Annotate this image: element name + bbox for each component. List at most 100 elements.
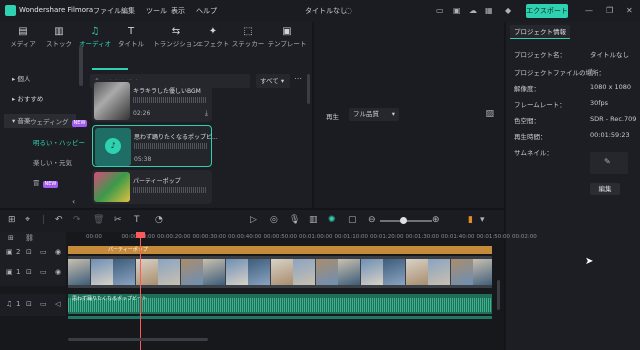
ai-icon[interactable]: ✺ (328, 215, 336, 225)
prop-value: 30fps (590, 99, 609, 107)
sidebar-item-recommended[interactable]: ▸ おすすめ (4, 92, 76, 106)
folder-icon[interactable]: ▭ (40, 300, 47, 308)
sidebar-sub-wedding[interactable]: ウェディング NEW (30, 116, 88, 127)
account-icon[interactable]: ◆ (505, 6, 511, 15)
quality-dropdown[interactable]: フル品質 ▾ (349, 108, 399, 121)
waveform (134, 143, 208, 149)
render-icon[interactable]: ◎ (270, 215, 278, 225)
maximize-icon[interactable]: ❐ (606, 6, 613, 15)
zoom-out-icon[interactable]: ⊖ (368, 215, 376, 225)
monitor-icon[interactable]: ▭ (436, 6, 444, 15)
sidebar-item-personal[interactable]: ▸ 個人 (4, 72, 76, 86)
chevron-down-icon[interactable]: ▾ (480, 215, 485, 225)
audio-card[interactable]: パーティーポップ (92, 170, 212, 204)
sidebar-sub-fun[interactable]: 楽しい・元気 (33, 157, 72, 167)
more-options-icon[interactable]: ⋯ (294, 74, 302, 83)
sidebar-sub-more[interactable]: 冒 NEW (33, 177, 59, 188)
speaker-icon[interactable]: ◁ (55, 300, 60, 308)
video-frame-thumbnail (90, 259, 113, 285)
redo-icon[interactable]: ↷ (73, 215, 81, 225)
edit-button[interactable]: 編集 (590, 183, 620, 195)
video-frame-thumbnail (360, 259, 383, 285)
audio-clip[interactable]: 思わず踊りたくなるポップビート (68, 294, 492, 314)
delete-icon[interactable]: 🗑 (93, 215, 104, 225)
speed-icon[interactable]: ◔ (155, 215, 163, 225)
folder-icon[interactable]: ▭ (40, 248, 47, 256)
filter-dropdown[interactable]: すべて ▾ (256, 74, 290, 88)
music-note-icon: ♫ (90, 26, 100, 37)
undo-icon[interactable]: ↶ (55, 215, 63, 225)
close-icon[interactable]: ✕ (626, 6, 633, 15)
waveform (133, 97, 207, 103)
link-icon[interactable]: ⛓ (25, 234, 34, 242)
select-tool-icon[interactable]: ⌖ (25, 215, 30, 225)
sidebar-item-label: 個人 (17, 75, 31, 83)
tab-label: テンプレート (267, 40, 307, 48)
menu-help[interactable]: ヘルプ (196, 6, 217, 16)
prop-value: タイトルなし (590, 51, 629, 59)
text-tool-icon[interactable]: T (134, 215, 140, 225)
lock-icon[interactable]: ⊡ (26, 268, 32, 276)
video-clip[interactable] (68, 256, 492, 288)
thumbnail-box[interactable]: ✎ (590, 152, 628, 174)
track-number: 1 (16, 268, 21, 276)
cloud-icon[interactable]: ☁ (469, 6, 477, 15)
download-icon[interactable]: ⤓ (205, 109, 208, 118)
microphone-icon[interactable]: 🎙 (289, 215, 300, 225)
eye-icon[interactable]: ◉ (55, 248, 61, 256)
audio-thumbnail (94, 82, 130, 120)
grid-icon[interactable]: ▦ (485, 6, 493, 15)
audio-title: パーティーポップ (133, 178, 181, 185)
subtitle-icon[interactable]: ▥ (309, 215, 318, 225)
eye-icon[interactable]: ◉ (55, 268, 61, 276)
crop-icon[interactable]: ▢ (348, 215, 357, 225)
tab-sticker[interactable]: ⬚ ステッカー (230, 26, 266, 48)
zoom-knob[interactable] (400, 217, 407, 224)
playhead-handle[interactable] (136, 232, 145, 238)
menu-view[interactable]: 表示 (171, 6, 185, 16)
sidebar-scrollbar[interactable] (79, 46, 83, 86)
timeline-hscrollbar[interactable] (68, 338, 208, 341)
menu-tools[interactable]: ツール (146, 6, 167, 16)
lock-icon[interactable]: ⊡ (26, 300, 32, 308)
tab-transition[interactable]: ⇆ トランジション (153, 26, 199, 48)
cut-icon[interactable]: ✂ (114, 215, 122, 225)
video-frame-thumbnail (68, 259, 90, 285)
prop-value: 00:01:59:23 (590, 131, 630, 139)
tab-stock[interactable]: ▥ ストック (41, 26, 77, 48)
sidebar-sub-happy[interactable]: 明るい・ハッピー (33, 137, 85, 147)
time-ruler[interactable]: 00:0000:00:10:0000:00:20:0000:00:30:0000… (68, 232, 537, 246)
tab-audio[interactable]: ♫ オーディオ (77, 26, 113, 48)
folder-icon[interactable]: ▭ (40, 268, 47, 276)
chevron-down-icon: ▾ (391, 110, 395, 118)
timeline-vscrollbar[interactable] (497, 280, 500, 310)
video-frame-thumbnail (135, 259, 158, 285)
layout-icon[interactable]: ⊞ (8, 215, 16, 225)
zoom-in-icon[interactable]: ⊕ (432, 215, 440, 225)
menu-edit[interactable]: 編集 (121, 6, 135, 16)
add-track-icon[interactable]: ⊞ (8, 234, 14, 242)
audio-card-selected[interactable]: ♪ 思わず踊りたくなるポップビ... 05:38 (92, 125, 218, 167)
lock-icon[interactable]: ⊡ (26, 248, 32, 256)
tab-effect[interactable]: ✦ エフェクト (195, 26, 231, 48)
tab-project-info[interactable]: プロジェクト情報 (510, 25, 570, 39)
minimize-icon[interactable]: — (585, 6, 593, 15)
video-frame-thumbnail (450, 259, 473, 285)
zoom-slider[interactable] (380, 217, 432, 224)
video-clip-top[interactable]: パーティーポップ (68, 246, 492, 254)
playhead[interactable] (140, 232, 141, 350)
tab-title[interactable]: T タイトル (113, 26, 149, 48)
prop-label: サムネイル： (514, 149, 553, 157)
menu-file[interactable]: ファイル (93, 6, 121, 16)
tab-media[interactable]: ▤ メディア (5, 26, 41, 48)
save-icon[interactable]: ▣ (453, 6, 461, 15)
export-button[interactable]: エクスポート ▾ (526, 4, 568, 29)
snapshot-icon[interactable]: ▨ (485, 109, 494, 119)
level-meter-icon[interactable]: ▮ (468, 215, 473, 225)
collapse-sidebar-icon[interactable]: ‹ (72, 197, 75, 206)
tab-template[interactable]: ▣ テンプレート (266, 26, 308, 48)
play-circle-icon[interactable]: ▷ (250, 215, 257, 225)
audio-card[interactable]: キラキラした優しいBGM 02:26 ⤓ (92, 80, 212, 122)
tab-label: ストック (46, 40, 72, 48)
list-scrollbar[interactable] (307, 74, 310, 104)
